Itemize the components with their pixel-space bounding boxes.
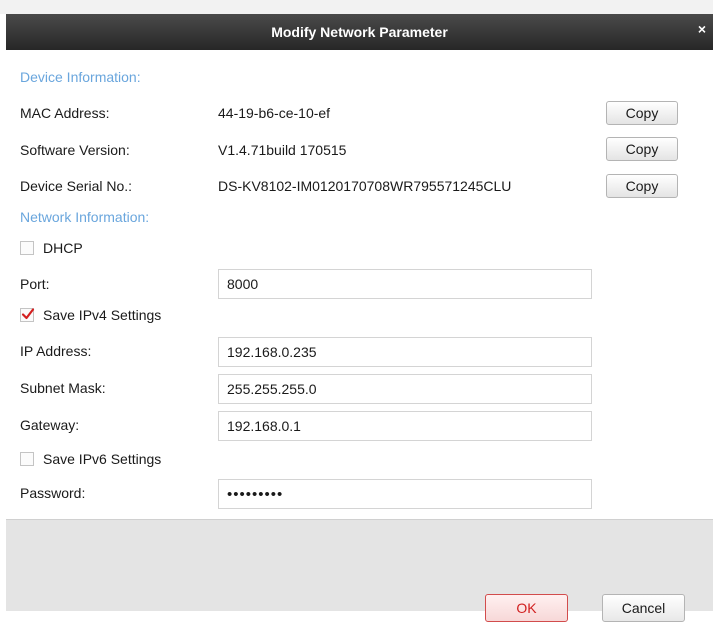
dhcp-label: DHCP xyxy=(43,240,83,256)
serial-number-label: Device Serial No.: xyxy=(20,178,133,194)
save-ipv6-checkbox-box[interactable] xyxy=(20,452,34,466)
modify-network-dialog: Modify Network Parameter × Device Inform… xyxy=(6,14,713,622)
checkmark-icon xyxy=(21,308,35,320)
network-info-heading: Network Information: xyxy=(20,209,150,225)
serial-number-value: DS-KV8102-IM0120170708WR795571245CLU xyxy=(218,178,512,194)
dhcp-checkbox[interactable]: DHCP xyxy=(20,239,83,257)
copy-serial-number-button[interactable]: Copy xyxy=(606,174,678,198)
mac-address-value: 44-19-b6-ce-10-ef xyxy=(218,105,331,121)
ok-button[interactable]: OK xyxy=(485,594,568,622)
device-info-heading: Device Information: xyxy=(20,69,141,85)
cancel-button[interactable]: Cancel xyxy=(602,594,685,622)
save-ipv4-checkbox-box[interactable] xyxy=(20,308,35,322)
save-ipv4-checkbox[interactable]: Save IPv4 Settings xyxy=(20,306,161,324)
software-version-label: Software Version: xyxy=(20,142,130,158)
port-input[interactable] xyxy=(218,269,592,299)
dialog-titlebar[interactable]: Modify Network Parameter × xyxy=(6,14,713,50)
subnet-mask-input[interactable] xyxy=(218,374,592,404)
gateway-input[interactable] xyxy=(218,411,592,441)
dialog-title: Modify Network Parameter xyxy=(271,24,448,40)
copy-mac-button[interactable]: Copy xyxy=(606,101,678,125)
password-label: Password: xyxy=(20,485,86,501)
software-version-value: V1.4.71build 170515 xyxy=(218,142,347,158)
save-ipv6-label: Save IPv6 Settings xyxy=(43,451,162,467)
save-ipv6-checkbox[interactable]: Save IPv6 Settings xyxy=(20,450,161,468)
subnet-mask-label: Subnet Mask: xyxy=(20,380,106,396)
mac-address-label: MAC Address: xyxy=(20,105,110,121)
dialog-footer: OK Cancel xyxy=(6,519,713,622)
ip-address-input[interactable] xyxy=(218,337,592,367)
gateway-label: Gateway: xyxy=(20,417,80,433)
port-label: Port: xyxy=(20,276,50,292)
ip-address-label: IP Address: xyxy=(20,343,92,359)
password-input[interactable] xyxy=(218,479,592,509)
copy-software-version-button[interactable]: Copy xyxy=(606,137,678,161)
background-strip xyxy=(0,0,713,14)
save-ipv4-label: Save IPv4 Settings xyxy=(43,307,162,323)
dhcp-checkbox-box[interactable] xyxy=(20,241,34,255)
close-icon[interactable]: × xyxy=(698,21,706,37)
